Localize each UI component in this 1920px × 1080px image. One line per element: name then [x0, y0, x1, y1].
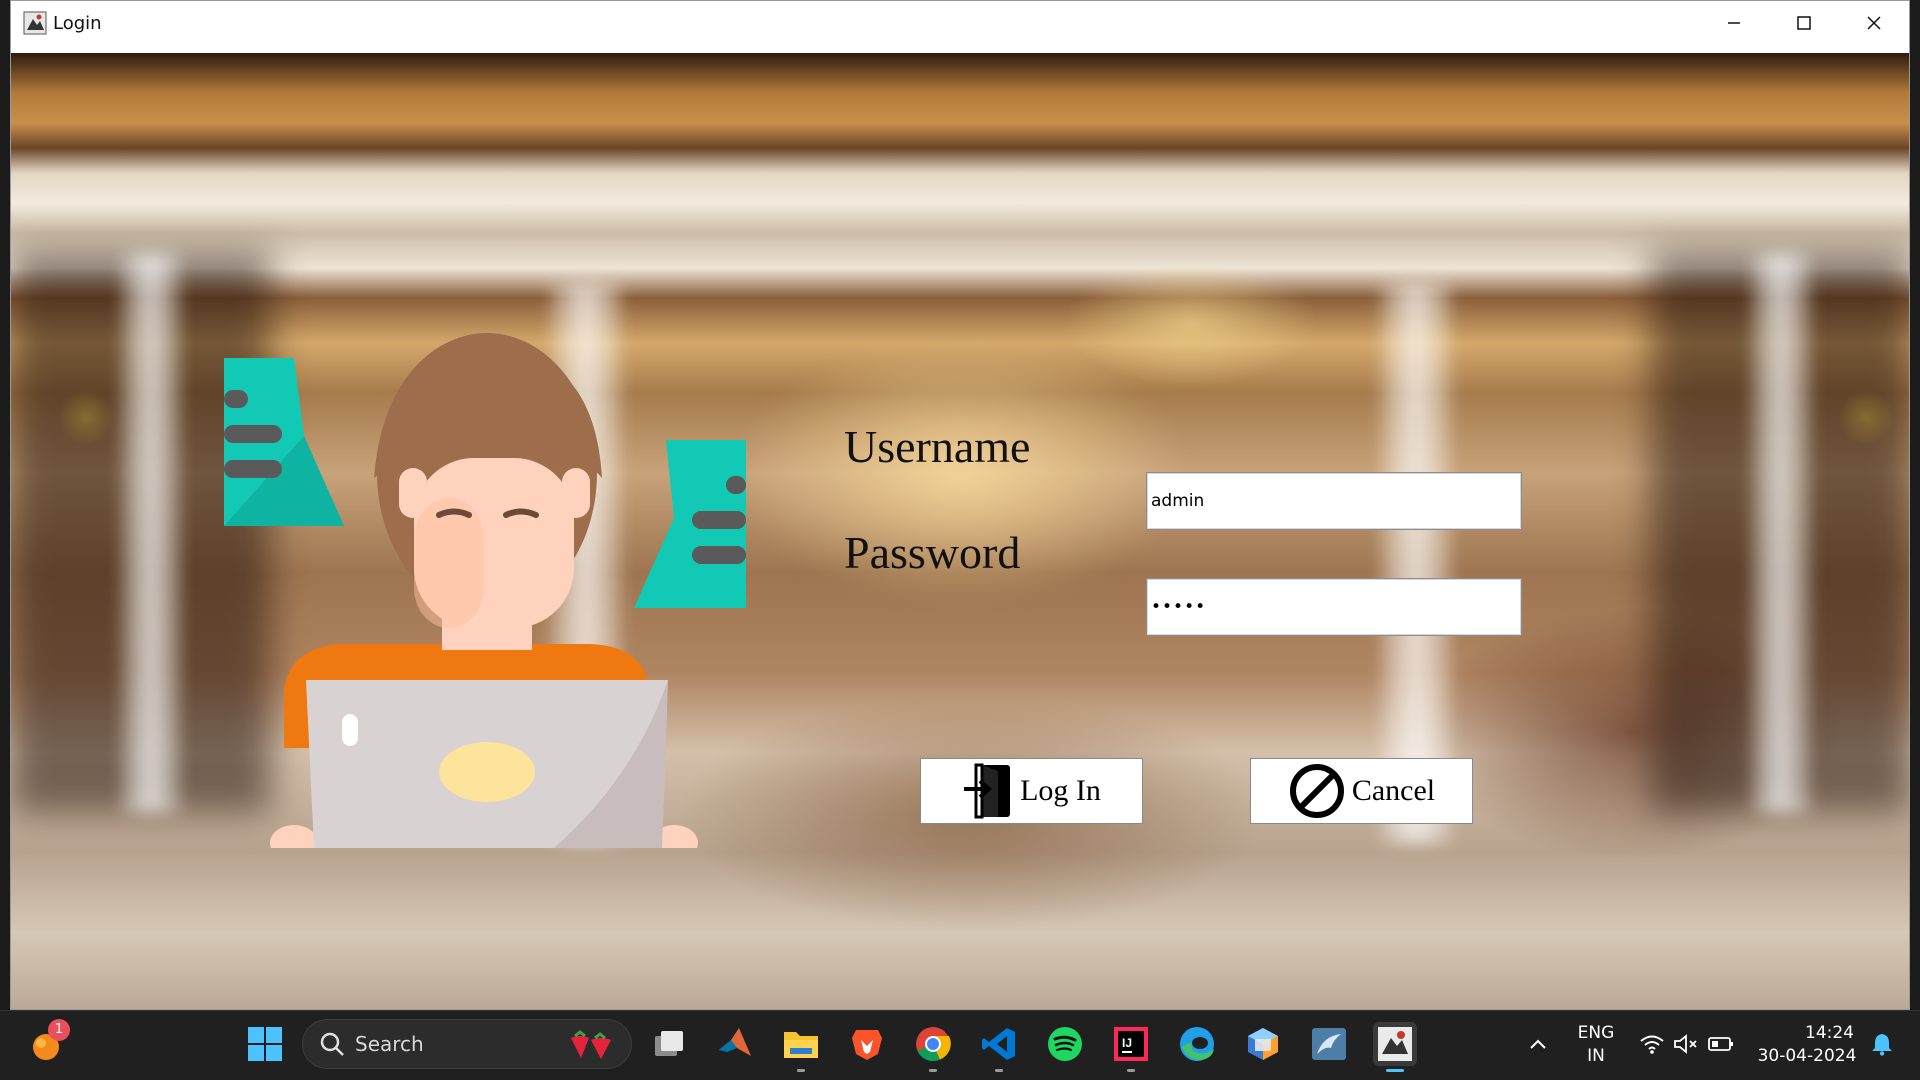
edge-icon — [1180, 1027, 1214, 1061]
username-input[interactable]: admin — [1146, 472, 1522, 530]
login-button[interactable]: Log In — [920, 758, 1143, 824]
virtualbox-icon — [1248, 1028, 1278, 1060]
show-hidden-icons-button[interactable] — [1518, 1022, 1558, 1066]
strawberry-icon — [571, 1030, 611, 1059]
spotify-icon — [1048, 1027, 1082, 1061]
window-title: Login — [53, 12, 102, 34]
edge-button[interactable] — [1175, 1022, 1219, 1066]
close-button[interactable] — [1839, 1, 1909, 45]
login-button-label: Log In — [1020, 774, 1101, 807]
password-input[interactable]: ••••• — [1146, 578, 1522, 636]
document-icon-left — [224, 358, 344, 526]
task-view-button[interactable] — [647, 1022, 691, 1066]
language-indicator[interactable]: ENG IN — [1570, 1022, 1622, 1068]
intellij-button[interactable]: IJ — [1109, 1022, 1153, 1072]
mysql-workbench-button[interactable] — [1307, 1022, 1351, 1066]
java-login-app-button[interactable] — [1373, 1022, 1417, 1072]
bell-icon — [1872, 1034, 1892, 1056]
start-button[interactable] — [243, 1022, 287, 1066]
chrome-button[interactable] — [911, 1022, 955, 1072]
clock-time: 14:24 — [1805, 1023, 1854, 1043]
clock-date: 30-04-2024 — [1757, 1046, 1857, 1066]
brave-button[interactable] — [845, 1022, 889, 1066]
battery-icon — [1708, 1037, 1733, 1051]
taskbar-search[interactable]: Search — [302, 1019, 632, 1069]
document-icon-right — [634, 440, 746, 608]
matlab-button[interactable] — [713, 1022, 757, 1066]
matlab-icon — [719, 1028, 751, 1056]
task-view-icon — [655, 1031, 683, 1056]
quick-settings-button[interactable] — [1632, 1022, 1742, 1066]
cancel-button[interactable]: Cancel — [1250, 758, 1473, 824]
search-icon — [320, 1032, 344, 1056]
login-door-icon — [964, 763, 1011, 819]
cancel-icon — [1289, 764, 1344, 818]
svg-text:IJ: IJ — [1122, 1036, 1132, 1050]
close-icon — [1867, 16, 1881, 30]
java-app-icon — [1378, 1027, 1412, 1061]
intellij-icon: IJ — [1114, 1027, 1148, 1061]
file-explorer-icon — [784, 1032, 818, 1058]
file-explorer-button[interactable] — [779, 1022, 823, 1072]
chevron-up-icon — [1530, 1039, 1546, 1049]
maximize-icon — [1797, 16, 1811, 30]
vscode-button[interactable] — [977, 1022, 1021, 1072]
search-placeholder: Search — [355, 1032, 424, 1056]
chrome-icon — [916, 1027, 951, 1062]
virtualbox-button[interactable] — [1241, 1022, 1285, 1066]
wifi-icon — [1640, 1035, 1664, 1054]
person-laptop-illustration — [224, 333, 746, 848]
notification-badge: 1 — [48, 1019, 70, 1041]
username-label: Username — [844, 421, 1031, 472]
minimize-button[interactable] — [1699, 1, 1769, 45]
minimize-icon — [1728, 22, 1740, 24]
volume-muted-icon — [1674, 1034, 1697, 1054]
clock[interactable]: 14:24 30-04-2024 — [1752, 1022, 1862, 1068]
mysql-workbench-icon — [1312, 1028, 1346, 1060]
java-app-icon — [23, 11, 47, 35]
language-code: ENG — [1577, 1023, 1615, 1043]
windows-start-icon — [248, 1027, 282, 1061]
notification-center-button[interactable] — [1862, 1022, 1902, 1066]
spotify-button[interactable] — [1043, 1022, 1087, 1066]
password-label: Password — [844, 527, 1021, 578]
title-bar[interactable]: Login — [11, 1, 1909, 45]
maximize-button[interactable] — [1769, 1, 1839, 45]
vscode-icon — [982, 1028, 1015, 1060]
language-region: IN — [1587, 1046, 1605, 1066]
cancel-button-label: Cancel — [1351, 774, 1436, 807]
brave-icon — [852, 1030, 882, 1060]
